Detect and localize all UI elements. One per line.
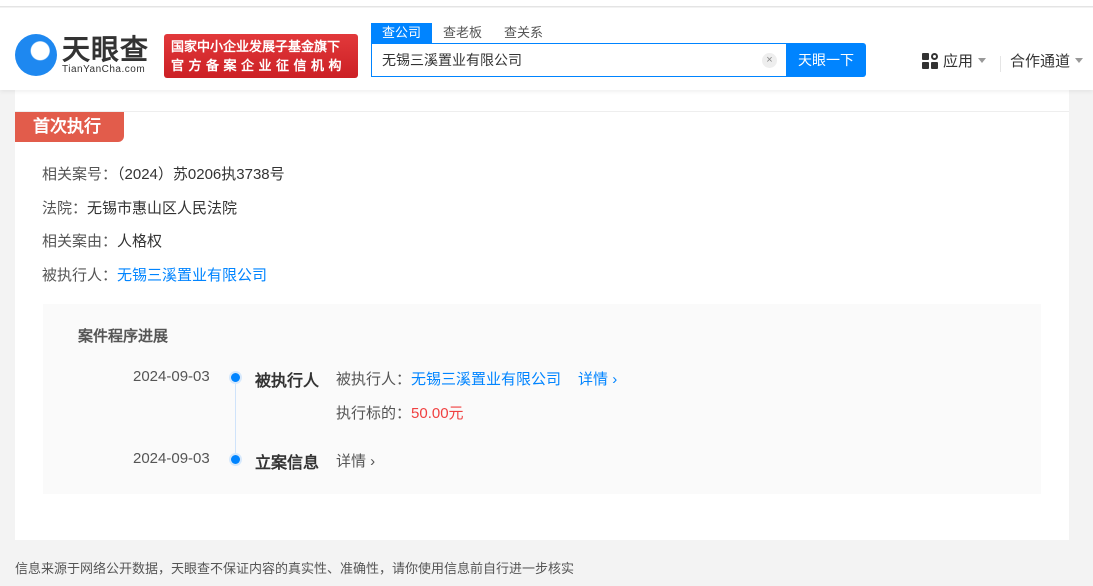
case-number: （2024）苏0206执3738号 — [117, 166, 285, 183]
divider — [1000, 56, 1001, 72]
tab-company[interactable]: 查公司 — [371, 23, 433, 43]
event-date: 2024-09-03 — [133, 368, 210, 385]
event-name: 被执行人 — [255, 373, 320, 390]
search-value: 无锡三溪置业有限公司 — [382, 52, 522, 68]
details-link[interactable]: 详情 › — [336, 450, 375, 471]
partner-menu[interactable]: 合作通道 — [1010, 50, 1084, 71]
timeline-line — [235, 378, 236, 458]
apps-label: 应用 — [943, 53, 974, 70]
slogan-line-1: 国家中小企业发展子基金旗下 — [171, 39, 341, 54]
executed-party-row: 被执行人：无锡三溪置业有限公司 — [42, 267, 268, 284]
tab-relation[interactable]: 查关系 — [493, 23, 554, 43]
progress-title: 案件程序进展 — [78, 328, 169, 345]
executed-party-link[interactable]: 无锡三溪置业有限公司 — [117, 267, 267, 284]
amount-value: 50.00元 — [411, 405, 464, 422]
top-strip — [0, 0, 1093, 7]
header: 天眼查 TianYanCha.com 国家中小企业发展子基金旗下 官方备案企业征… — [0, 8, 1093, 90]
case-progress: 案件程序进展 2024-09-03 被执行人 被执行人：无锡三溪置业有限公司 详情… — [43, 304, 1041, 494]
slogan-line-2: 官方备案企业征信机构 — [171, 58, 347, 73]
execution-amount: 执行标的：50.00元 — [336, 405, 464, 422]
caret-down-icon — [978, 58, 987, 63]
search-tabs: 查公司 查老板 查关系 — [371, 23, 554, 43]
slogan-banner: 国家中小企业发展子基金旗下 官方备案企业征信机构 — [164, 34, 358, 78]
logo-icon — [15, 34, 57, 76]
disclaimer: 信息来源于网络公开数据，天眼查不保证内容的真实性、准确性，请你使用信息前自行进一… — [15, 561, 575, 576]
divider — [15, 111, 1069, 112]
search-input[interactable]: 无锡三溪置业有限公司 × — [371, 43, 787, 77]
logo-domain: TianYanCha.com — [62, 63, 146, 75]
partner-label: 合作通道 — [1010, 53, 1071, 70]
clear-icon[interactable]: × — [762, 53, 777, 68]
execution-card: 首次执行 相关案号：（2024）苏0206执3738号 法院：无锡市惠山区人民法… — [15, 90, 1069, 540]
apps-menu[interactable]: 应用 — [922, 50, 987, 71]
event-date: 2024-09-03 — [133, 450, 210, 467]
timeline-dot-icon — [231, 373, 240, 382]
apps-grid-icon — [922, 52, 938, 69]
event-name: 立案信息 — [255, 455, 320, 472]
cause-row: 相关案由：人格权 — [42, 233, 163, 250]
event-detail: 被执行人：无锡三溪置业有限公司 详情 › — [336, 371, 618, 388]
logo[interactable]: 天眼查 TianYanCha.com — [15, 34, 149, 76]
details-link[interactable]: 详情 › — [578, 371, 617, 388]
court-row: 法院：无锡市惠山区人民法院 — [42, 200, 238, 217]
logo-text: 天眼查 — [62, 33, 150, 65]
search-button[interactable]: 天眼一下 — [786, 43, 866, 77]
court: 无锡市惠山区人民法院 — [87, 200, 238, 217]
executed-party-link[interactable]: 无锡三溪置业有限公司 — [411, 371, 561, 388]
section-badge: 首次执行 — [15, 112, 124, 142]
timeline-dot-icon — [231, 455, 240, 464]
case-number-row: 相关案号：（2024）苏0206执3738号 — [42, 166, 285, 183]
tab-boss[interactable]: 查老板 — [432, 23, 493, 43]
cause: 人格权 — [117, 233, 163, 250]
caret-down-icon — [1075, 58, 1084, 63]
